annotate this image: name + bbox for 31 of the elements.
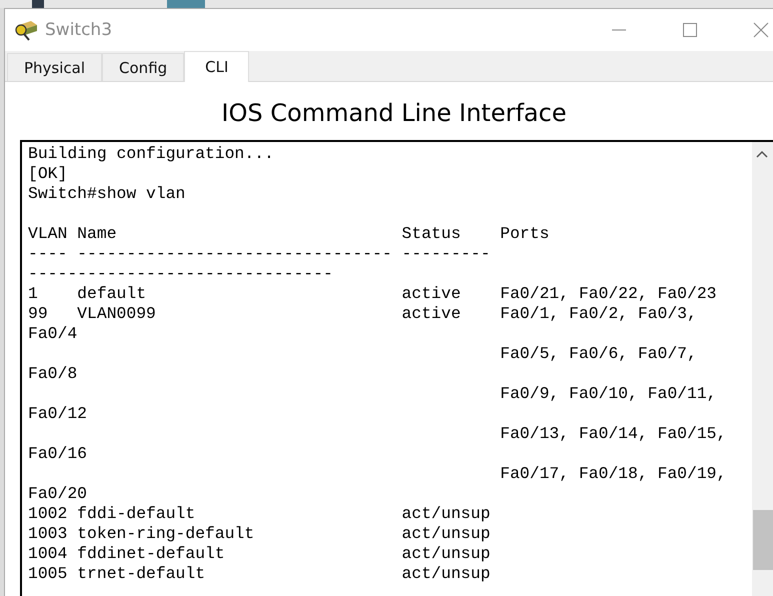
- console-line: -------------------------------: [28, 264, 333, 284]
- scroll-thumb[interactable]: [753, 510, 773, 570]
- console-line: Fa0/5, Fa0/6, Fa0/7,: [499, 344, 697, 364]
- console-line: Fa0/8: [28, 364, 78, 384]
- console-line: Fa0/4: [28, 324, 78, 344]
- page-heading: IOS Command Line Interface: [220, 98, 566, 129]
- console-line: Fa0/16: [28, 444, 88, 464]
- console-line: Fa0/17, Fa0/18, Fa0/19,: [499, 464, 726, 484]
- scroll-up-icon[interactable]: [756, 150, 768, 158]
- console-line: Switch#show vlan: [28, 184, 186, 204]
- console-line: 1002 fddi-default act/unsup: [28, 504, 490, 524]
- console-line: VLAN Name Status Ports: [28, 224, 550, 244]
- console-line: [OK]: [28, 164, 68, 184]
- tab[interactable]: Config: [102, 53, 184, 81]
- console-line: Fa0/20: [28, 484, 88, 504]
- console-line: 1 default active Fa0/21, Fa0/22, Fa0/23: [28, 284, 717, 304]
- console-line: 99 VLAN0099 active Fa0/1, Fa0/2, Fa0/3,: [28, 304, 697, 324]
- console-line: 1004 fddinet-default act/unsup: [28, 544, 490, 564]
- window-title: Switch3: [45, 20, 112, 40]
- console-line: Fa0/9, Fa0/10, Fa0/11,: [499, 384, 717, 404]
- console-line: Building configuration...: [28, 144, 274, 164]
- console-line: Fa0/12: [28, 404, 88, 424]
- console-line: 1003 token-ring-default act/unsup: [28, 524, 490, 544]
- console-line: Fa0/13, Fa0/14, Fa0/15,: [499, 424, 726, 444]
- tab[interactable]: CLI: [184, 51, 250, 82]
- console-line: ---- -------------------------------- ---------: [28, 244, 490, 264]
- close-icon[interactable]: [753, 22, 769, 38]
- maximize-icon[interactable]: [682, 22, 698, 38]
- tab[interactable]: Physical: [7, 53, 102, 81]
- console-line: 1005 trnet-default act/unsup: [28, 564, 490, 584]
- scrollbar[interactable]: [752, 142, 773, 596]
